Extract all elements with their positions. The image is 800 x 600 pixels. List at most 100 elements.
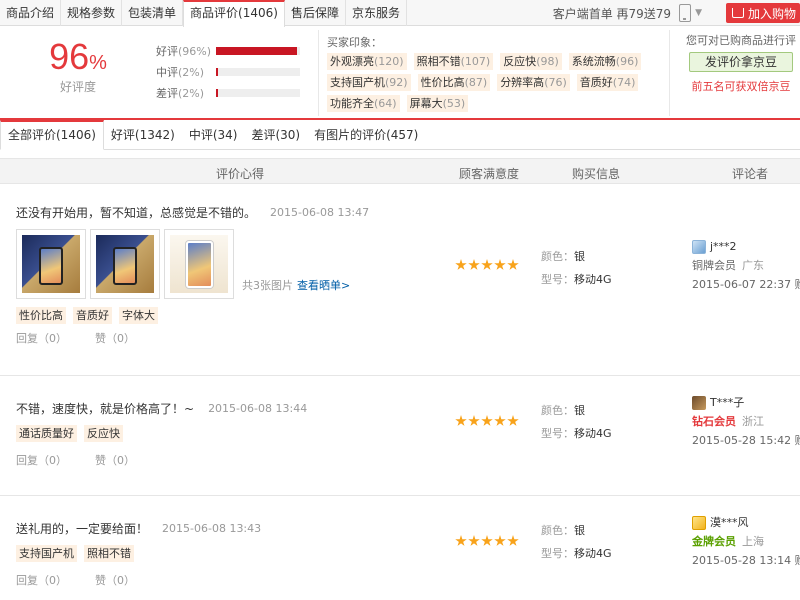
rating-bar-negative: 差评(2%) (156, 82, 306, 103)
reviewer-info: j***2 铜牌会员广东 2015-06-07 22:37 购买 (692, 237, 800, 294)
review-tag-list: 性价比高 音质好 字体大 (16, 307, 436, 324)
color-value: 银 (574, 524, 585, 537)
impression-tag[interactable]: 分辨率高(76) (497, 74, 570, 91)
tab-package-list[interactable]: 包装清单 (122, 0, 184, 26)
member-region: 浙江 (742, 415, 764, 428)
avatar[interactable] (692, 515, 706, 530)
impression-tag[interactable]: 功能齐全(64) (327, 95, 400, 112)
app-promo-text[interactable]: 客户端首单 再79送79 (553, 5, 671, 22)
purchase-info: 颜色：银 型号：移动4G (541, 524, 612, 560)
rating-distribution: 好评(96%) 中评(2%) 差评(2%) (156, 40, 306, 103)
model-value: 移动4G (574, 427, 612, 440)
rating-bar-positive: 好评(96%) (156, 40, 306, 61)
tab-reviews[interactable]: 商品评价(1406) (183, 0, 285, 27)
chevron-down-icon[interactable]: ▼ (695, 8, 702, 18)
review-date: 2015-06-08 13:44 (208, 402, 308, 415)
review-thumbnail[interactable] (16, 229, 86, 299)
reviewer-info: 漠***风 金牌会员上海 2015-05-28 13:14 购买 (692, 513, 800, 570)
purchase-date: 2015-05-28 13:14 购买 (692, 554, 800, 567)
like-link[interactable]: 赞（0） (95, 452, 135, 468)
review-text: 送礼用的，一定要给面！ (16, 522, 149, 536)
tab-jd-service[interactable]: 京东服务 (346, 0, 407, 26)
filter-positive[interactable]: 好评(1342) (104, 121, 182, 149)
star-icon (507, 535, 519, 546)
impression-tag[interactable]: 性价比高(87) (417, 74, 491, 91)
star-rating (455, 535, 520, 547)
review-table-header: 评价心得 顾客满意度 购买信息 评论者 (0, 158, 800, 184)
member-level: 钻石会员 (692, 415, 736, 428)
star-icon (468, 535, 480, 546)
review-date: 2015-06-08 13:47 (270, 206, 370, 219)
impression-tag[interactable]: 系统流畅(96) (568, 53, 642, 70)
impression-tag[interactable]: 支持国产机(92) (327, 74, 411, 91)
top-right-actions: 客户端首单 再79送79 ▼ 加入购物 (553, 0, 800, 26)
reply-link[interactable]: 回复（0） (16, 452, 67, 468)
like-link[interactable]: 赞（0） (95, 572, 135, 588)
review-tag: 音质好 (73, 307, 112, 324)
member-level: 铜牌会员 (692, 259, 736, 272)
reply-link[interactable]: 回复（0） (16, 330, 67, 346)
like-link[interactable]: 赞（0） (95, 330, 135, 346)
filter-neutral[interactable]: 中评(34) (182, 121, 245, 149)
rating-bar-fill (216, 88, 218, 97)
tab-specs[interactable]: 规格参数 (61, 0, 123, 26)
impression-tag[interactable]: 照相不错(107) (413, 53, 494, 70)
review-tag: 支持国产机 (16, 545, 77, 562)
review-text: 还没有开始用，暂不知道，总感觉是不错的。 (16, 206, 257, 220)
impression-tag[interactable]: 音质好(74) (576, 74, 639, 91)
impression-tag[interactable]: 外观漂亮(120) (327, 53, 407, 70)
double-beans-promo[interactable]: 前五名可获双倍京豆 (682, 78, 800, 94)
review-item: 不错，速度快，就是价格高了！~ 2015-06-08 13:44 通话质量好 反… (0, 376, 800, 496)
purchase-info: 颜色：银 型号：移动4G (541, 250, 612, 286)
member-region: 上海 (742, 535, 764, 548)
purchase-date: 2015-05-28 15:42 购买 (692, 434, 800, 447)
star-rating (455, 259, 520, 271)
avatar[interactable] (692, 395, 706, 410)
rating-bar-neutral: 中评(2%) (156, 61, 306, 82)
reply-link[interactable]: 回复（0） (16, 572, 67, 588)
impression-tag[interactable]: 反应快(98) (500, 53, 562, 70)
review-content: 还没有开始用，暂不知道，总感觉是不错的。 2015-06-08 13:47 共3… (16, 204, 436, 346)
star-icon (455, 535, 467, 546)
write-review-button[interactable]: 发评价拿京豆 (689, 52, 793, 72)
tab-product-intro[interactable]: 商品介绍 (0, 0, 62, 26)
star-icon (468, 415, 480, 426)
mobile-phone-icon[interactable] (679, 4, 692, 22)
filter-with-images[interactable]: 有图片的评价(457) (307, 121, 425, 149)
add-to-cart-button[interactable]: 加入购物 (725, 3, 800, 23)
buyer-impressions: 买家印象： 外观漂亮(120) 照相不错(107) 反应快(98) 系统流畅(96) 支… (318, 30, 670, 116)
write-review-hint: 您可对已购商品进行评 (686, 34, 796, 47)
impression-tag[interactable]: 屏幕大(53) (406, 95, 469, 112)
review-thumbnail[interactable] (164, 229, 234, 299)
model-value: 移动4G (574, 273, 612, 286)
tab-after-sales[interactable]: 售后保障 (285, 0, 346, 26)
positive-rate-box: 96% 好评度 (28, 36, 128, 95)
reviewer-name[interactable]: j***2 (710, 237, 737, 256)
view-images-link[interactable]: 查看晒单> (297, 277, 350, 293)
member-region: 广东 (742, 259, 764, 272)
star-icon (507, 259, 519, 270)
star-icon (481, 415, 493, 426)
impression-tag-list: 外观漂亮(120) 照相不错(107) 反应快(98) 系统流畅(96) 支持国产机(9… (327, 53, 669, 116)
review-filter-tabs: 全部评价(1406) 好评(1342) 中评(34) 差评(30) 有图片的评价… (0, 120, 800, 150)
star-icon (455, 259, 467, 270)
impressions-title: 买家印象： (327, 36, 382, 49)
rating-bar-fill (216, 46, 297, 55)
column-reviewer: 评论者 (732, 167, 769, 181)
column-purchase-info: 购买信息 (572, 167, 621, 181)
avatar[interactable] (692, 239, 706, 254)
filter-negative[interactable]: 差评(30) (244, 121, 307, 149)
star-icon (494, 415, 506, 426)
column-content: 评价心得 (216, 167, 265, 181)
review-date: 2015-06-08 13:43 (162, 522, 262, 535)
review-tag: 反应快 (84, 425, 123, 442)
star-icon (481, 535, 493, 546)
image-count: 共3张图片 (242, 279, 293, 292)
reviewer-name[interactable]: T***子 (710, 393, 744, 412)
filter-all-reviews[interactable]: 全部评价(1406) (0, 120, 104, 150)
review-thumbnail[interactable] (90, 229, 160, 299)
reviewer-name[interactable]: 漠***风 (710, 513, 749, 532)
review-tag: 性价比高 (16, 307, 66, 324)
star-icon (494, 535, 506, 546)
rating-bar-fill (216, 67, 218, 76)
